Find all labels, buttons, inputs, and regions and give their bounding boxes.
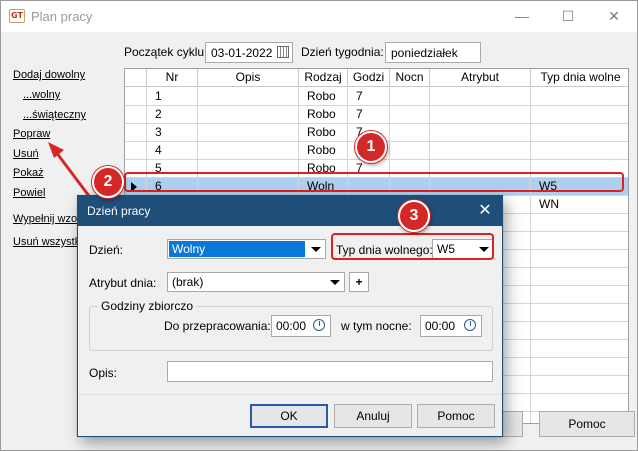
cancel-button[interactable]: Anuluj	[334, 404, 412, 428]
chevron-down-icon	[311, 247, 321, 252]
attribute-value: (brak)	[172, 275, 204, 289]
night-field[interactable]: 00:00	[420, 315, 482, 337]
to-work-label: Do przepracowania:	[164, 319, 271, 333]
chevron-down-icon	[330, 280, 340, 285]
clock-icon[interactable]	[313, 319, 325, 331]
dialog-close-icon[interactable]: ✕	[474, 200, 496, 222]
day-select-value: Wolny	[169, 241, 305, 257]
day-select[interactable]: Wolny	[167, 239, 326, 259]
hours-group-title: Godziny zbiorczo	[98, 299, 197, 313]
dialog-footer: OK Anuluj Pomoc	[78, 394, 502, 436]
notes-input[interactable]	[167, 361, 493, 382]
to-work-value: 00:00	[276, 319, 307, 333]
night-value: 00:00	[425, 319, 456, 333]
annotation-badge-2: 2	[92, 166, 124, 198]
add-attribute-button[interactable]: +	[349, 272, 369, 292]
dialog-title-bar: Dzień pracy ✕	[78, 196, 502, 226]
day-label: Dzień:	[89, 243, 124, 257]
ok-button[interactable]: OK	[250, 404, 328, 428]
attribute-select[interactable]: (brak)	[167, 272, 345, 292]
attribute-label: Atrybut dnia:	[89, 276, 157, 290]
annotation-badge-3: 3	[398, 200, 430, 232]
clock-icon[interactable]	[464, 319, 476, 331]
notes-label: Opis:	[89, 366, 118, 380]
annotation-badge-1: 1	[355, 131, 387, 163]
dialog-title: Dzień pracy	[87, 204, 151, 218]
day-dialog: Dzień pracy ✕ Dzień: Wolny Typ dnia woln…	[77, 195, 503, 437]
to-work-field[interactable]: 00:00	[271, 315, 331, 337]
help-button[interactable]: Pomoc	[417, 404, 495, 428]
night-label: w tym nocne:	[341, 319, 412, 333]
free-type-highlight	[331, 233, 494, 260]
